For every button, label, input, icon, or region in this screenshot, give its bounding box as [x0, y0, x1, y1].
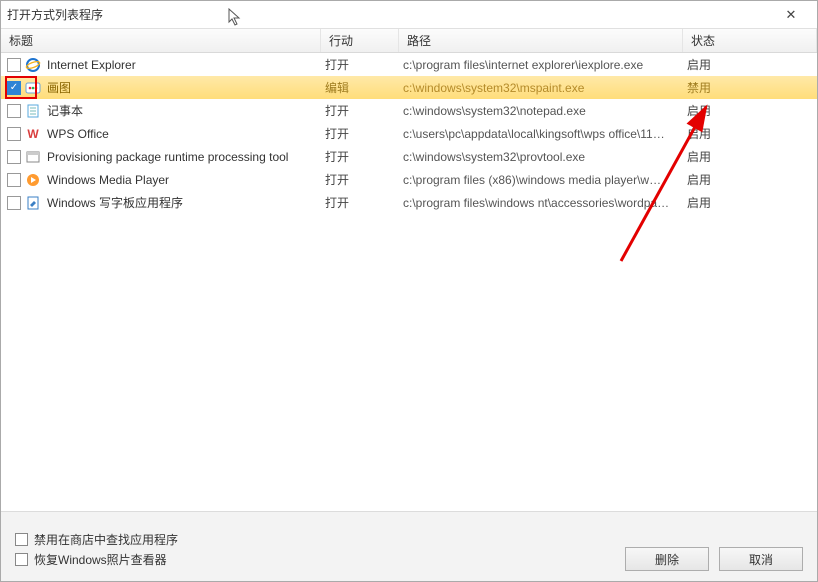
close-button[interactable]: ✕	[771, 7, 811, 23]
app-icon	[25, 80, 41, 96]
row-title: 记事本	[47, 102, 325, 119]
row-title: WPS Office	[47, 127, 325, 141]
row-title: Windows Media Player	[47, 173, 325, 187]
opt-disable-store[interactable]: 禁用在商店中查找应用程序	[15, 531, 178, 548]
row-path: c:\windows\system32\notepad.exe	[403, 104, 687, 118]
header-path[interactable]: 路径	[399, 29, 683, 52]
table-row[interactable]: Internet Explorer打开c:\program files\inte…	[1, 53, 817, 76]
row-checkbox[interactable]	[7, 196, 21, 210]
row-path: c:\program files\windows nt\accessories\…	[403, 196, 687, 210]
opt-restore-viewer[interactable]: 恢复Windows照片查看器	[15, 551, 178, 568]
row-path: c:\windows\system32\provtool.exe	[403, 150, 687, 164]
header-status[interactable]: 状态	[683, 29, 817, 52]
titlebar: 打开方式列表程序 ✕	[1, 1, 817, 29]
opt-restore-viewer-label: 恢复Windows照片查看器	[34, 551, 167, 568]
row-status: 启用	[687, 171, 811, 188]
row-title: 画图	[47, 79, 325, 96]
app-icon	[25, 149, 41, 165]
row-checkbox[interactable]	[7, 104, 21, 118]
footer: 禁用在商店中查找应用程序 恢复Windows照片查看器 删除 取消	[1, 511, 817, 581]
row-action: 打开	[325, 171, 403, 188]
table-row[interactable]: Windows Media Player打开c:\program files (…	[1, 168, 817, 191]
row-checkbox[interactable]	[7, 127, 21, 141]
checkbox-icon[interactable]	[15, 533, 28, 546]
row-status: 启用	[687, 102, 811, 119]
row-status: 启用	[687, 125, 811, 142]
header-action[interactable]: 行动	[321, 29, 399, 52]
footer-buttons: 删除 取消	[625, 547, 803, 571]
row-action: 打开	[325, 194, 403, 211]
row-action: 打开	[325, 125, 403, 142]
app-icon: W	[25, 126, 41, 142]
row-path: c:\program files\internet explorer\iexpl…	[403, 58, 687, 72]
row-path: c:\users\pc\appdata\local\kingsoft\wps o…	[403, 127, 687, 141]
row-status: 禁用	[687, 79, 811, 96]
delete-button[interactable]: 删除	[625, 547, 709, 571]
row-checkbox[interactable]	[7, 81, 21, 95]
app-icon	[25, 57, 41, 73]
header-title[interactable]: 标题	[1, 29, 321, 52]
table-row[interactable]: 画图编辑c:\windows\system32\mspaint.exe禁用	[1, 76, 817, 99]
opt-disable-store-label: 禁用在商店中查找应用程序	[34, 531, 178, 548]
app-icon	[25, 172, 41, 188]
program-list: Internet Explorer打开c:\program files\inte…	[1, 53, 817, 511]
row-path: c:\program files (x86)\windows media pla…	[403, 173, 687, 187]
table-row[interactable]: Windows 写字板应用程序打开c:\program files\window…	[1, 191, 817, 214]
table-row[interactable]: 记事本打开c:\windows\system32\notepad.exe启用	[1, 99, 817, 122]
window: 打开方式列表程序 ✕ 标题 行动 路径 状态 Internet Explorer…	[0, 0, 818, 582]
row-action: 编辑	[325, 79, 403, 96]
footer-options: 禁用在商店中查找应用程序 恢复Windows照片查看器	[15, 528, 178, 571]
row-title: Internet Explorer	[47, 58, 325, 72]
row-checkbox[interactable]	[7, 58, 21, 72]
app-icon	[25, 103, 41, 119]
row-action: 打开	[325, 148, 403, 165]
row-status: 启用	[687, 148, 811, 165]
row-title: Provisioning package runtime processing …	[47, 150, 325, 164]
app-icon	[25, 195, 41, 211]
row-title: Windows 写字板应用程序	[47, 194, 325, 211]
table-row[interactable]: W WPS Office打开c:\users\pc\appdata\local\k…	[1, 122, 817, 145]
window-title: 打开方式列表程序	[7, 6, 103, 23]
row-path: c:\windows\system32\mspaint.exe	[403, 81, 687, 95]
row-checkbox[interactable]	[7, 173, 21, 187]
row-action: 打开	[325, 56, 403, 73]
row-status: 启用	[687, 194, 811, 211]
row-status: 启用	[687, 56, 811, 73]
row-checkbox[interactable]	[7, 150, 21, 164]
cancel-button[interactable]: 取消	[719, 547, 803, 571]
row-action: 打开	[325, 102, 403, 119]
column-headers: 标题 行动 路径 状态	[1, 29, 817, 53]
table-row[interactable]: Provisioning package runtime processing …	[1, 145, 817, 168]
checkbox-icon[interactable]	[15, 553, 28, 566]
